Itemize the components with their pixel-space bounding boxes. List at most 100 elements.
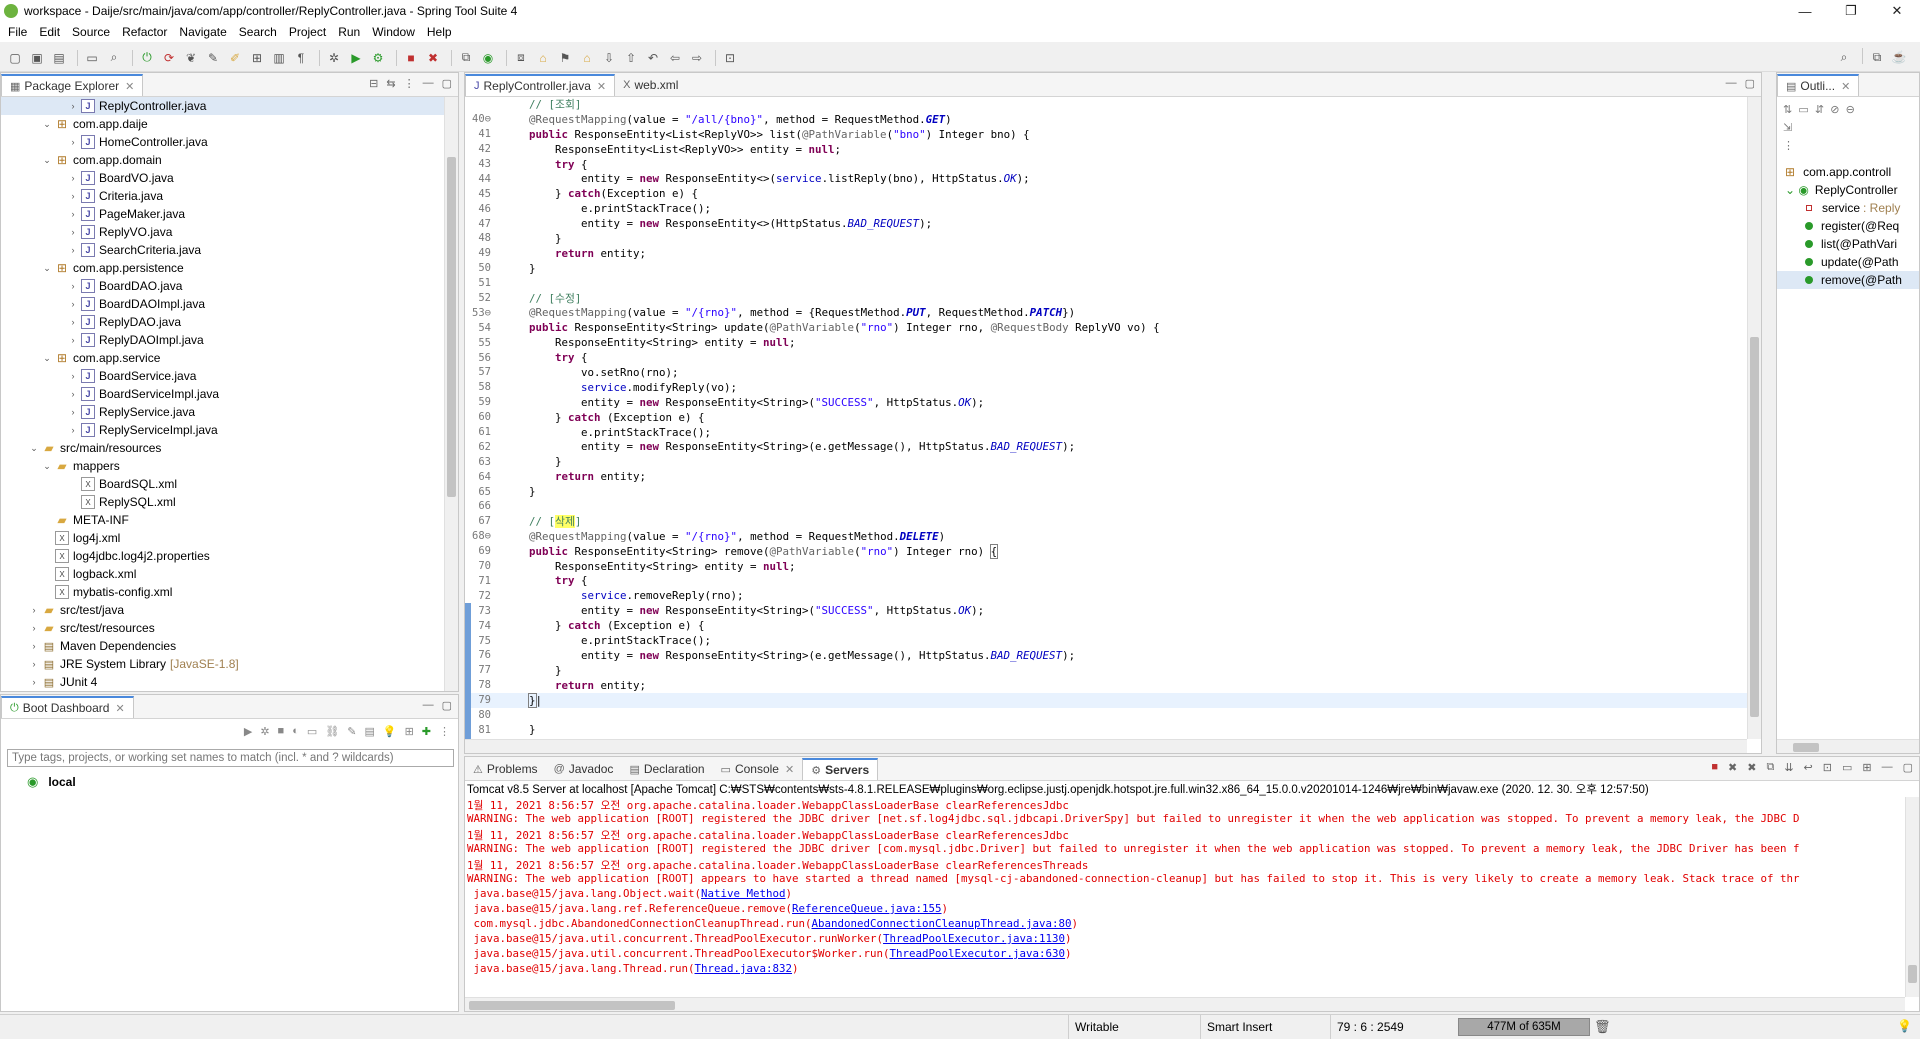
scrollbar-thumb[interactable] <box>1750 337 1759 717</box>
tree-item[interactable]: › J BoardVO.java <box>1 169 444 187</box>
console-output[interactable]: 1월 11, 2021 8:56:57 오전 org.apache.catali… <box>465 797 1905 997</box>
tree-item[interactable]: › J ReplyDAOImpl.java <box>1 331 444 349</box>
heap-status[interactable]: 477M of 635M <box>1458 1018 1590 1036</box>
tree-item[interactable]: › J PageMaker.java <box>1 205 444 223</box>
stacktrace-link[interactable]: Native Method <box>701 887 786 900</box>
code-line[interactable]: 49 return entity; <box>465 246 1747 261</box>
open-folder-icon[interactable]: ⌂ <box>534 49 552 67</box>
editor-vscrollbar[interactable] <box>1747 97 1761 739</box>
open-console-icon[interactable]: ⊞ <box>1862 761 1871 774</box>
collapsed-chevron-icon[interactable]: › <box>67 335 79 345</box>
tree-item[interactable]: Xlogback.xml <box>1 565 444 583</box>
code-line[interactable]: 77 } <box>465 663 1747 678</box>
maximize-view-icon[interactable]: ▢ <box>1903 761 1913 774</box>
scrollbar-thumb[interactable] <box>447 157 456 497</box>
menu-search[interactable]: Search <box>235 25 285 39</box>
collapsed-chevron-icon[interactable]: › <box>28 623 40 633</box>
maximize-view-icon[interactable]: ▢ <box>442 77 452 90</box>
view-menu-icon[interactable]: ⋮ <box>404 77 415 90</box>
hide-nonpublic-icon[interactable]: ⊘ <box>1830 104 1839 116</box>
menu-edit[interactable]: Edit <box>35 25 68 39</box>
code-line[interactable]: 50 } <box>465 261 1747 276</box>
save-icon[interactable]: ▣ <box>28 49 46 67</box>
code-line[interactable]: 79 }| <box>465 692 1747 708</box>
last-edit-icon[interactable]: ↶ <box>644 49 662 67</box>
tree-item[interactable]: X BoardSQL.xml <box>1 475 444 493</box>
scroll-lock-icon[interactable]: ⇊ <box>1784 761 1793 774</box>
tree-item[interactable]: › J ReplyService.java <box>1 403 444 421</box>
tree-item[interactable]: ⌄ ▰ mappers <box>1 457 444 475</box>
outline-item[interactable]: remove(@Path <box>1777 271 1919 289</box>
link-icon[interactable]: ⇲ <box>1783 122 1792 134</box>
tab-package-explorer[interactable]: ▦ Package Explorer ✕ <box>1 74 144 96</box>
tree-item[interactable]: › ▤ JRE System Library [JavaSE-1.8] <box>1 655 444 673</box>
tree-item[interactable]: › ▰ src/test/java <box>1 601 444 619</box>
display-console-icon[interactable]: ▭ <box>1842 761 1852 774</box>
pilcrow-icon[interactable]: ¶ <box>292 49 310 67</box>
prev-annotation-icon[interactable]: ⇧ <box>622 49 640 67</box>
hide-static-icon[interactable]: ⇵ <box>1815 104 1824 116</box>
forward-icon[interactable]: ⇨ <box>688 49 706 67</box>
code-line[interactable]: 40⊖ @RequestMapping(value = "/all/{bno}"… <box>465 112 1747 127</box>
maximize-view-icon[interactable]: ▢ <box>1745 77 1755 90</box>
code-line[interactable]: 57 vo.setRno(rno); <box>465 365 1747 380</box>
code-line[interactable]: 46 e.printStackTrace(); <box>465 201 1747 216</box>
expanded-chevron-icon[interactable]: ⌄ <box>41 353 53 364</box>
collapse-all-icon[interactable]: ⊟ <box>369 77 378 90</box>
code-line[interactable]: 53⊖ @RequestMapping(value = "/{rno}", me… <box>465 305 1747 320</box>
code-line[interactable]: 71 try { <box>465 574 1747 589</box>
close-icon[interactable]: ✕ <box>597 80 606 93</box>
outline-item[interactable]: register(@Req <box>1777 217 1919 235</box>
menu-window[interactable]: Window <box>368 25 423 39</box>
collapsed-chevron-icon[interactable]: › <box>67 245 79 255</box>
tab-javadoc[interactable]: @ Javadoc <box>546 758 622 780</box>
collapsed-chevron-icon[interactable]: › <box>28 605 40 615</box>
tree-item[interactable]: ⌄ ⊞ com.app.service <box>1 349 444 367</box>
add-icon[interactable]: ✚ <box>422 725 431 738</box>
tab-problems[interactable]: ⚠ Problems <box>465 758 546 780</box>
edit-icon[interactable]: ✎ <box>347 725 356 738</box>
tree-item[interactable]: › J Criteria.java <box>1 187 444 205</box>
collapsed-chevron-icon[interactable]: › <box>67 101 79 111</box>
tree-item[interactable]: ⌄ ▰ src/main/resources <box>1 439 444 457</box>
java-perspective-icon[interactable]: ☕ <box>1890 48 1908 66</box>
stacktrace-link[interactable]: AbandonedConnectionCleanupThread.java:80 <box>812 917 1072 930</box>
pencil-icon[interactable]: ✐ <box>226 49 244 67</box>
code-line[interactable]: 60 } catch (Exception e) { <box>465 410 1747 425</box>
collapsed-chevron-icon[interactable]: › <box>67 281 79 291</box>
external-tools-icon[interactable]: ⚙ <box>369 49 387 67</box>
menu-file[interactable]: File <box>4 25 35 39</box>
code-line[interactable]: 56 try { <box>465 350 1747 365</box>
spring-icon[interactable]: ❦ <box>182 49 200 67</box>
toggle-mark-icon[interactable]: ✎ <box>204 49 222 67</box>
collapsed-chevron-icon[interactable]: › <box>67 137 79 147</box>
expanded-chevron-icon[interactable]: ⌄ <box>41 263 53 274</box>
code-line[interactable]: 74 } catch (Exception e) { <box>465 618 1747 633</box>
tree-item[interactable]: Xmybatis-config.xml <box>1 583 444 601</box>
back-icon[interactable]: ⇦ <box>666 49 684 67</box>
console-vscrollbar[interactable] <box>1905 797 1919 997</box>
collapsed-chevron-icon[interactable]: › <box>67 191 79 201</box>
collapsed-chevron-icon[interactable]: › <box>67 407 79 417</box>
outline-hscrollbar[interactable] <box>1777 739 1919 753</box>
collapsed-chevron-icon[interactable]: › <box>67 299 79 309</box>
console-icon[interactable]: ▭ <box>307 725 317 738</box>
tree-item[interactable]: › J ReplyController.java <box>1 97 444 115</box>
code-line[interactable]: 63 } <box>465 454 1747 469</box>
code-line[interactable]: 55 ResponseEntity<String> entity = null; <box>465 335 1747 350</box>
collapsed-chevron-icon[interactable]: › <box>67 317 79 327</box>
close-button[interactable]: ✕ <box>1874 0 1920 22</box>
tab-boot-dashboard[interactable]: ⏻ Boot Dashboard ✕ <box>1 696 134 718</box>
code-line[interactable]: 42 ResponseEntity<List<ReplyVO>> entity … <box>465 142 1747 157</box>
maximize-view-icon[interactable]: ▢ <box>442 699 452 712</box>
properties-icon[interactable]: ▤ <box>364 725 374 738</box>
collapsed-chevron-icon[interactable]: › <box>67 209 79 219</box>
garbage-collect-icon[interactable]: 🗑 <box>1594 1019 1611 1035</box>
tree-item[interactable]: › J ReplyVO.java <box>1 223 444 241</box>
restart-icon[interactable]: ◐ <box>292 725 299 737</box>
code-line[interactable]: 44 entity = new ResponseEntity<>(service… <box>465 171 1747 186</box>
code-line[interactable]: 41 public ResponseEntity<List<ReplyVO>> … <box>465 127 1747 142</box>
code-line[interactable]: 73 entity = new ResponseEntity<String>("… <box>465 603 1747 618</box>
lightbulb-icon[interactable]: 💡 <box>1897 1019 1912 1033</box>
menu-source[interactable]: Source <box>68 25 118 39</box>
